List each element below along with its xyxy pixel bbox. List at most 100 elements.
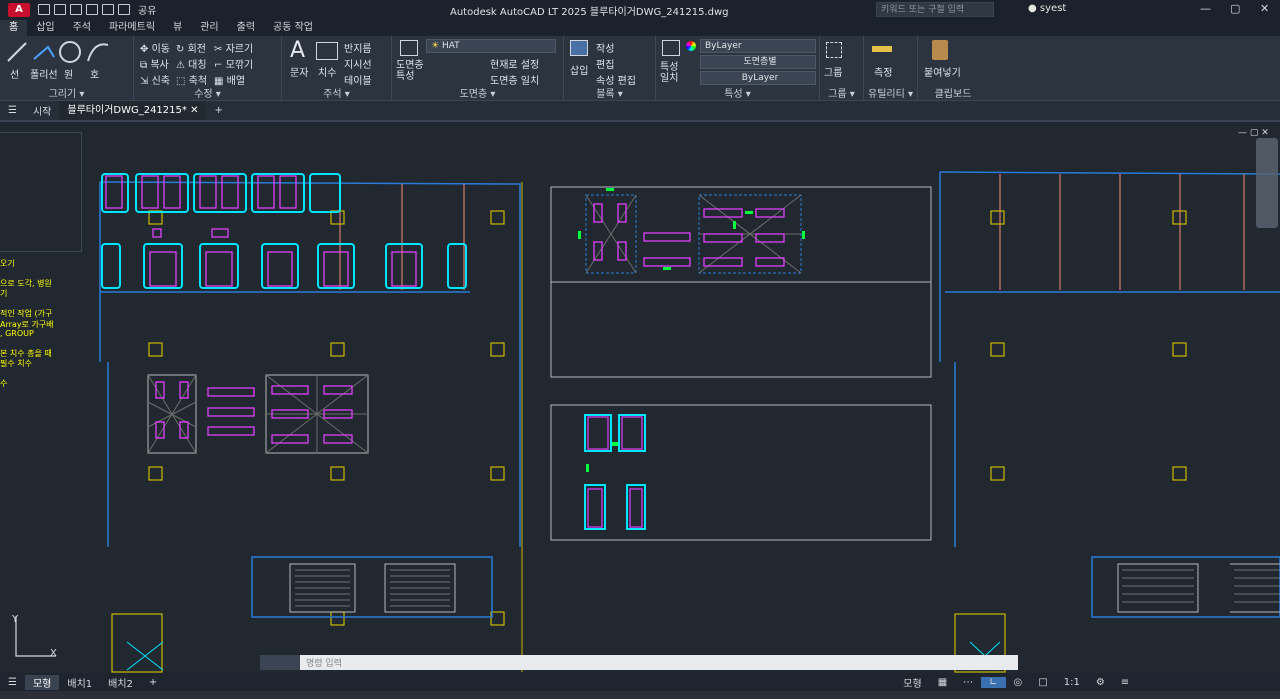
tab-output[interactable]: 출력 <box>228 20 264 36</box>
rotate-button[interactable]: ↻ 회전 <box>176 40 206 55</box>
escalators <box>251 556 1280 618</box>
tab-view[interactable]: 뷰 <box>164 20 191 36</box>
saveas-icon[interactable] <box>86 4 98 15</box>
open-icon[interactable] <box>54 4 66 15</box>
menu-icon[interactable]: ☰ <box>0 105 25 116</box>
osnap-icon[interactable]: □ <box>1030 677 1055 688</box>
settings-icon[interactable]: ⚙ <box>1088 677 1113 688</box>
ortho-icon[interactable]: ∟ <box>981 676 1006 688</box>
radius-button[interactable]: 반지름 <box>344 40 372 55</box>
properties-palette[interactable] <box>0 132 82 252</box>
trim-button[interactable]: ✂ 자르기 <box>214 40 253 55</box>
panel-utilities: 측정 유틸리티 ▾ <box>864 36 918 101</box>
tab-home[interactable]: 홈 <box>0 20 28 36</box>
linetype-dropdown[interactable]: 도면층별 <box>700 55 816 69</box>
customize-icon[interactable]: ≡ <box>1113 677 1137 688</box>
set-current-button[interactable]: 현재로 설정 <box>490 56 539 71</box>
polar-icon[interactable]: ◎ <box>1006 677 1031 688</box>
room-box-2 <box>550 281 932 378</box>
command-history-icon[interactable] <box>260 655 300 670</box>
edit-block-button[interactable]: 편집 <box>596 56 614 71</box>
save-icon[interactable] <box>70 4 82 15</box>
tab-manage[interactable]: 관리 <box>191 20 227 36</box>
panel-label-properties[interactable]: 특성 ▾ <box>656 85 819 100</box>
side-note-8: 필수 치수 <box>0 359 32 368</box>
polyline-button[interactable]: 폴리선 <box>30 66 58 81</box>
copy-button[interactable]: ⧉ 복사 <box>140 56 169 71</box>
maximize-icon[interactable]: ▢ <box>1230 2 1240 15</box>
move-button[interactable]: ✥ 이동 <box>140 40 170 55</box>
circle-button[interactable]: 원 <box>64 66 73 81</box>
user-account[interactable]: ● syest <box>1028 3 1066 14</box>
taskbar-strip <box>0 691 1280 699</box>
line-button[interactable]: 선 <box>10 66 19 81</box>
group-button[interactable]: 그룹 <box>824 64 842 79</box>
create-block-button[interactable]: 작성 <box>596 40 614 55</box>
title-bar: A 공유 Autodesk AutoCAD LT 2025 블루타이거DWG_2… <box>0 0 1280 19</box>
mirror-button[interactable]: ⚠ 대칭 <box>176 56 207 71</box>
search-input[interactable]: 키워드 또는 구절 입력 <box>876 2 994 17</box>
insert-block-button[interactable]: 삽입 <box>570 62 588 77</box>
side-note-4: 적인 작업 (가구 <box>0 309 53 318</box>
side-note-9: 수 <box>0 379 8 388</box>
panel-modify: ✥ 이동 ↻ 회전 ✂ 자르기 ⧉ 복사 ⚠ 대칭 ⌐ 모깎기 ⇲ 신축 ⬚ 축… <box>134 36 282 101</box>
new-tab-button[interactable]: + <box>206 105 230 116</box>
tab-parametric[interactable]: 파라메트릭 <box>100 20 164 36</box>
window-title: Autodesk AutoCAD LT 2025 블루타이거DWG_241215… <box>450 7 729 18</box>
panel-layers: 도면층 특성 ☀ HAT 현재로 설정 도면층 일치 도면층 ▾ <box>392 36 564 101</box>
grid-icon[interactable]: ▦ <box>930 677 955 688</box>
tab-layout2[interactable]: 배치2 <box>100 675 141 690</box>
print-icon[interactable] <box>102 4 114 15</box>
tab-collaborate[interactable]: 공동 작업 <box>264 20 322 36</box>
layer-properties-button[interactable]: 도면층 특성 <box>396 60 426 82</box>
panel-properties: 특성 일치 ByLayer 도면층별 ByLayer 특성 ▾ <box>656 36 820 101</box>
measure-button[interactable]: 측정 <box>874 64 892 79</box>
match-properties-button[interactable]: 특성 일치 <box>660 62 686 84</box>
tab-start[interactable]: 시작 <box>25 103 59 118</box>
fillet-button[interactable]: ⌐ 모깎기 <box>214 56 253 71</box>
leader-button[interactable]: 지시선 <box>344 56 372 71</box>
tab-layout1[interactable]: 배치1 <box>59 675 100 690</box>
new-icon[interactable] <box>38 4 50 15</box>
navigation-bar[interactable] <box>1256 138 1278 228</box>
color-dropdown[interactable]: ByLayer <box>700 39 816 53</box>
tab-annotate[interactable]: 주석 <box>64 20 100 36</box>
panel-label-annotation[interactable]: 주석 ▾ <box>282 85 391 100</box>
panel-label-utilities[interactable]: 유틸리티 ▾ <box>864 85 917 100</box>
dimension-button[interactable]: 치수 <box>318 64 336 79</box>
panel-label-draw[interactable]: 그리기 ▾ <box>0 85 133 100</box>
close-tab-icon[interactable]: ✕ <box>190 105 198 116</box>
panel-label-layers[interactable]: 도면층 ▾ <box>392 85 563 100</box>
arc-button[interactable]: 호 <box>90 66 99 81</box>
text-button[interactable]: 문자 <box>290 64 308 79</box>
document-tabs: ☰ 시작 블루타이거DWG_241215* ✕ + <box>0 101 1280 120</box>
share-button[interactable]: 공유 <box>138 2 156 17</box>
tab-model[interactable]: 모형 <box>24 674 60 690</box>
add-layout-button[interactable]: + <box>141 677 165 688</box>
app-logo[interactable]: A <box>8 2 30 17</box>
panel-groups: 그룹 그룹 ▾ <box>820 36 864 101</box>
stalls-top <box>101 173 467 289</box>
group-icon <box>826 42 842 58</box>
layer-dropdown[interactable]: ☀ HAT <box>426 39 556 53</box>
close-icon[interactable]: ✕ <box>1260 2 1269 15</box>
paste-button[interactable]: 붙여넣기 <box>924 64 961 79</box>
command-line[interactable]: 명령 입력 <box>260 655 1018 670</box>
tab-insert[interactable]: 삽입 <box>27 20 63 36</box>
snap-icon[interactable]: ⋯ <box>955 677 981 688</box>
layer-properties-icon <box>400 40 418 56</box>
model-space-button[interactable]: 모형 <box>895 675 929 690</box>
panel-label-block[interactable]: 블록 ▾ <box>564 85 655 100</box>
scale-button[interactable]: 1:1 <box>1056 677 1088 688</box>
undo-icon[interactable] <box>118 4 130 15</box>
panel-label-clipboard[interactable]: 클립보드 <box>918 85 988 100</box>
drawing-canvas[interactable]: 오기 으로 도각, 병원 기 적인 작업 (가구 Array로 가구배 , GR… <box>0 120 1280 673</box>
viewport-controls[interactable]: — ▢ ✕ <box>1238 128 1269 138</box>
lineweight-dropdown[interactable]: ByLayer <box>700 71 816 85</box>
tab-active-drawing[interactable]: 블루타이거DWG_241215* ✕ <box>59 101 207 120</box>
layout-menu-icon[interactable]: ☰ <box>0 677 25 688</box>
command-input[interactable]: 명령 입력 <box>300 656 342 669</box>
panel-label-groups[interactable]: 그룹 ▾ <box>820 85 863 100</box>
minimize-icon[interactable]: — <box>1200 2 1211 15</box>
panel-label-modify[interactable]: 수정 ▾ <box>134 85 281 100</box>
